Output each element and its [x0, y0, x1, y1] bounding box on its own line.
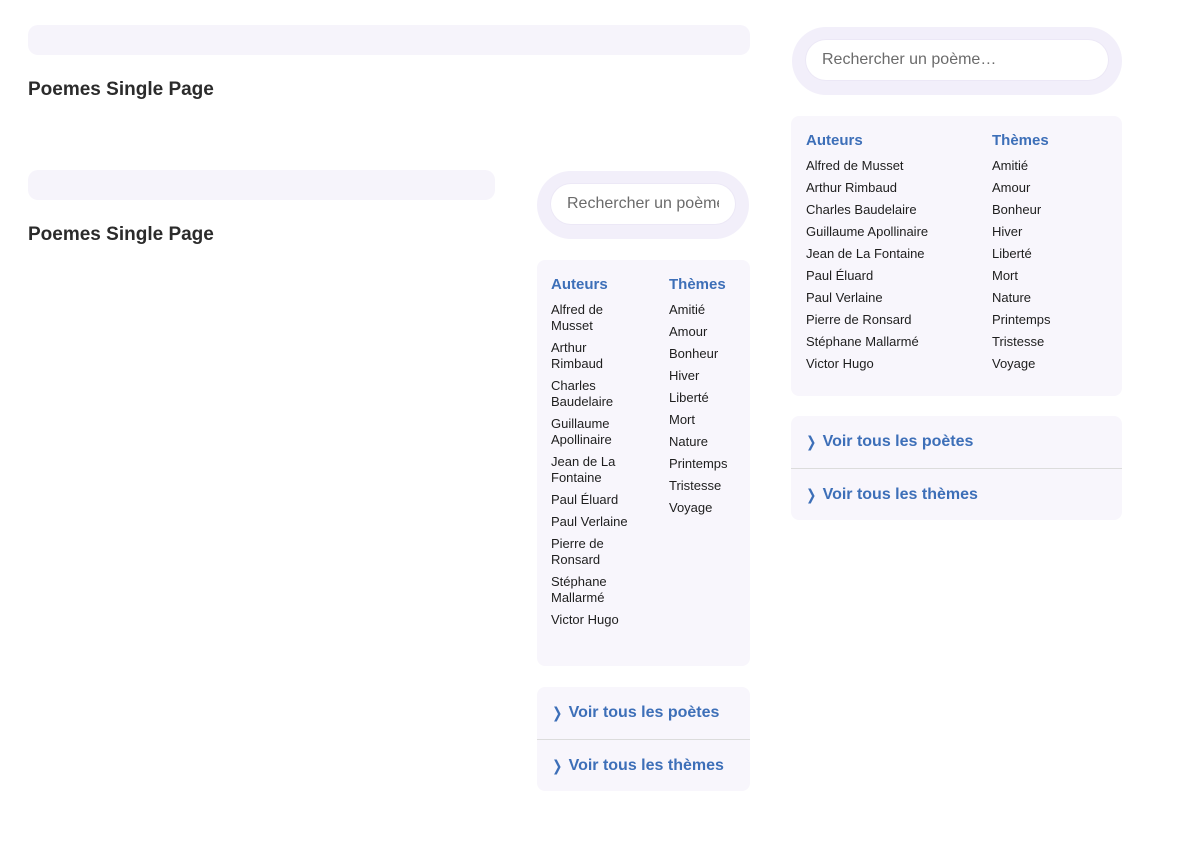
theme-link[interactable]: Tristesse [669, 478, 749, 494]
chevron-right-icon: ❯ [806, 486, 817, 504]
theme-link[interactable]: Bonheur [992, 202, 1112, 218]
author-link[interactable]: Paul Verlaine [551, 514, 661, 530]
theme-link[interactable]: Amitié [669, 302, 749, 318]
author-link[interactable]: Paul Éluard [806, 268, 992, 284]
theme-link[interactable]: Nature [992, 290, 1112, 306]
theme-link[interactable]: Amour [669, 324, 749, 340]
theme-link[interactable]: Liberté [992, 246, 1112, 262]
theme-link[interactable]: Tristesse [992, 334, 1112, 350]
chevron-right-icon: ❯ [552, 757, 563, 775]
author-link[interactable]: Paul Verlaine [806, 290, 992, 306]
author-link[interactable]: Arthur Rimbaud [806, 180, 992, 196]
title-placeholder-bar [28, 25, 750, 55]
see-all-poets-link[interactable]: ❯ Voir tous les poètes [537, 687, 750, 739]
author-link[interactable]: Pierre de Ronsard [551, 536, 633, 568]
theme-link[interactable]: Printemps [992, 312, 1112, 328]
author-link[interactable]: Arthur Rimbaud [551, 340, 633, 372]
see-all-themes-label: Voir tous les thèmes [568, 756, 724, 774]
themes-list: Amitié Amour Bonheur Hiver Liberté Mort … [992, 158, 1112, 372]
title-placeholder-bar [28, 170, 495, 200]
author-link[interactable]: Guillaume Apollinaire [551, 416, 633, 448]
page-title: Poemes Single Page [28, 224, 214, 245]
see-all-themes-label: Voir tous les thèmes [822, 485, 978, 503]
authors-themes-panel: Auteurs Alfred de Musset Arthur Rimbaud … [791, 116, 1122, 396]
theme-link[interactable]: Hiver [992, 224, 1112, 240]
authors-themes-panel: Auteurs Alfred de Musset Arthur Rimbaud … [537, 260, 750, 666]
theme-link[interactable]: Amour [992, 180, 1112, 196]
see-all-links: ❯ Voir tous les poètes ❯ Voir tous les t… [791, 416, 1122, 520]
themes-column: Thèmes Amitié Amour Bonheur Hiver Libert… [992, 132, 1112, 396]
author-link[interactable]: Victor Hugo [806, 356, 992, 372]
theme-link[interactable]: Bonheur [669, 346, 749, 362]
search-box [537, 171, 749, 239]
search-input[interactable] [551, 184, 735, 224]
author-link[interactable]: Paul Éluard [551, 492, 651, 508]
author-link[interactable]: Jean de La Fontaine [806, 246, 992, 262]
see-all-themes-link[interactable]: ❯ Voir tous les thèmes [791, 468, 1122, 520]
theme-link[interactable]: Amitié [992, 158, 1112, 174]
theme-link[interactable]: Mort [669, 412, 749, 428]
author-link[interactable]: Alfred de Musset [551, 302, 633, 334]
themes-column: Thèmes Amitié Amour Bonheur Hiver Libert… [669, 276, 749, 666]
page-title: Poemes Single Page [28, 79, 214, 100]
authors-column: Auteurs Alfred de Musset Arthur Rimbaud … [806, 132, 992, 396]
authors-column: Auteurs Alfred de Musset Arthur Rimbaud … [551, 276, 669, 666]
themes-list: Amitié Amour Bonheur Hiver Liberté Mort … [669, 302, 749, 516]
author-link[interactable]: Stéphane Mallarmé [806, 334, 992, 350]
author-link[interactable]: Alfred de Musset [806, 158, 992, 174]
themes-heading: Thèmes [669, 276, 726, 293]
theme-link[interactable]: Mort [992, 268, 1112, 284]
see-all-themes-link[interactable]: ❯ Voir tous les thèmes [537, 739, 750, 791]
author-link[interactable]: Stéphane Mallarmé [551, 574, 633, 606]
search-input[interactable] [806, 40, 1108, 80]
authors-heading: Auteurs [551, 276, 608, 293]
theme-link[interactable]: Liberté [669, 390, 749, 406]
theme-link[interactable]: Voyage [669, 500, 749, 516]
chevron-right-icon: ❯ [552, 705, 563, 722]
author-link[interactable]: Charles Baudelaire [551, 378, 633, 410]
author-link[interactable]: Pierre de Ronsard [806, 312, 992, 328]
authors-list: Alfred de Musset Arthur Rimbaud Charles … [806, 158, 992, 372]
see-all-poets-link[interactable]: ❯ Voir tous les poètes [791, 416, 1122, 468]
theme-link[interactable]: Hiver [669, 368, 749, 384]
themes-heading: Thèmes [992, 132, 1049, 149]
search-box [792, 27, 1122, 95]
author-link[interactable]: Jean de La Fontaine [551, 454, 633, 486]
theme-link[interactable]: Nature [669, 434, 749, 450]
authors-heading: Auteurs [806, 132, 863, 149]
author-link[interactable]: Victor Hugo [551, 612, 651, 628]
author-link[interactable]: Charles Baudelaire [806, 202, 992, 218]
see-all-links: ❯ Voir tous les poètes ❯ Voir tous les t… [537, 687, 750, 791]
authors-list: Alfred de Musset Arthur Rimbaud Charles … [551, 302, 669, 628]
theme-link[interactable]: Printemps [669, 456, 749, 472]
chevron-right-icon: ❯ [806, 434, 817, 451]
theme-link[interactable]: Voyage [992, 356, 1112, 372]
see-all-poets-label: Voir tous les poètes [568, 704, 720, 721]
see-all-poets-label: Voir tous les poètes [822, 433, 974, 450]
author-link[interactable]: Guillaume Apollinaire [806, 224, 992, 240]
